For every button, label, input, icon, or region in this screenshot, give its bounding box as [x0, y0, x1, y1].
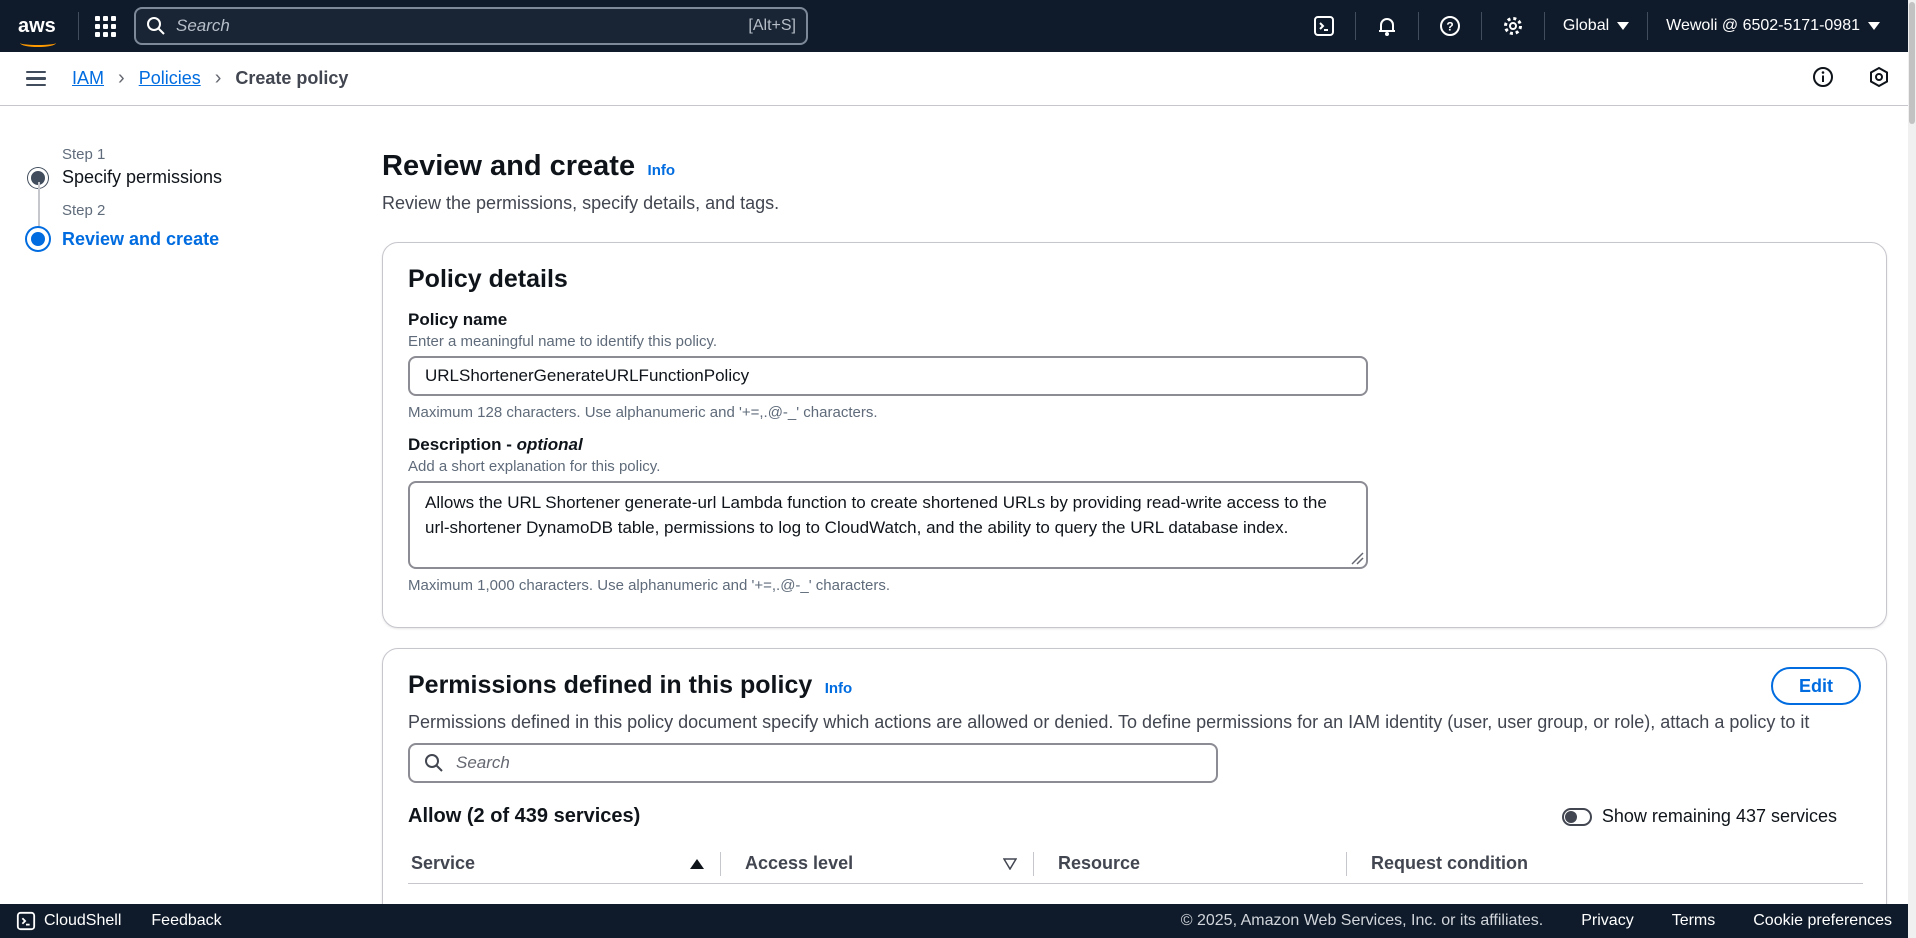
footer: CloudShell Feedback © 2025, Amazon Web S… — [0, 904, 1908, 938]
show-remaining-toggle[interactable]: Show remaining 437 services — [1561, 806, 1837, 827]
search-shortcut: [Alt+S] — [748, 17, 796, 34]
privacy-link[interactable]: Privacy — [1581, 912, 1633, 930]
info-icon[interactable] — [1812, 66, 1834, 88]
description-textarea[interactable]: Allows the URL Shortener generate-url La… — [408, 481, 1368, 569]
settings-icon[interactable] — [1482, 0, 1544, 52]
page-scrollbar[interactable] — [1908, 0, 1916, 938]
description-label-text: Description - — [408, 435, 517, 454]
column-request-condition: Request condition — [1347, 853, 1647, 874]
feedback-link[interactable]: Feedback — [151, 912, 221, 930]
svg-text:?: ? — [1446, 20, 1453, 34]
step-connector — [38, 182, 40, 228]
account-menu[interactable]: Wewoli @ 6502-5171-0981 — [1648, 17, 1898, 35]
column-access-level-label: Access level — [745, 853, 854, 873]
permissions-search-placeholder: Search — [456, 753, 510, 772]
description-constraint: Maximum 1,000 characters. Use alphanumer… — [408, 577, 890, 594]
page-subtitle: Review the permissions, specify details,… — [382, 193, 780, 213]
step-1-name: Specify permissions — [62, 167, 223, 187]
policy-name-input[interactable]: URLShortenerGenerateURLFunctionPolicy — [408, 356, 1368, 396]
cookie-preferences-link[interactable]: Cookie preferences — [1753, 912, 1892, 930]
description-value: Allows the URL Shortener generate-url La… — [425, 493, 1327, 537]
chevron-down-icon — [1617, 22, 1630, 30]
amazon-q-icon[interactable] — [1868, 66, 1890, 88]
step-2-indicator — [27, 228, 49, 250]
table-header: Service Access level Resource Request co… — [408, 844, 1863, 884]
description-optional: optional — [516, 435, 583, 454]
page-title: Review and create — [382, 150, 636, 182]
cloudshell-icon — [16, 911, 36, 931]
help-icon[interactable]: ? — [1419, 0, 1481, 52]
toggle-label: Show remaining 437 services — [1601, 806, 1837, 826]
policy-name-description: Enter a meaningful name to identify this… — [408, 333, 718, 350]
search-icon — [425, 754, 443, 772]
toggle-switch[interactable] — [1561, 807, 1592, 826]
search-placeholder: Search — [176, 16, 230, 35]
wizard-steps: Step 1 Specify permissions Step 2 Review… — [27, 146, 348, 250]
policy-name-value: URLShortenerGenerateURLFunctionPolicy — [425, 366, 750, 385]
policy-name-label: Policy name — [408, 310, 508, 329]
cloudshell-icon[interactable] — [1293, 0, 1355, 52]
edit-button[interactable]: Edit — [1771, 667, 1861, 705]
chevron-down-icon — [1868, 22, 1880, 30]
search-icon — [147, 17, 165, 35]
chevron-right-icon: › — [118, 67, 125, 89]
menu-icon[interactable] — [26, 70, 46, 87]
aws-logo-text: aws — [18, 14, 56, 37]
account-label: Wewoli @ 6502-5171-0981 — [1666, 17, 1860, 34]
terms-link[interactable]: Terms — [1672, 912, 1716, 930]
chevron-right-icon: › — [214, 67, 222, 89]
region-selector[interactable]: Global — [1545, 17, 1647, 35]
cloudshell-button[interactable]: CloudShell — [16, 911, 121, 931]
bell-icon[interactable] — [1356, 0, 1418, 52]
breadcrumb-policies[interactable]: Policies — [139, 68, 201, 89]
step-1[interactable]: Specify permissions — [28, 167, 348, 188]
step-1-label: Step 1 — [62, 146, 106, 163]
breadcrumb-current: Create policy — [235, 68, 349, 88]
cloudshell-label: CloudShell — [44, 912, 122, 929]
policy-details-title: Policy details — [408, 265, 568, 293]
column-request-condition-label: Request condition — [1371, 853, 1528, 873]
permissions-search-input[interactable]: Search — [408, 743, 1218, 783]
step-2-label: Step 2 — [62, 202, 106, 219]
column-resource: Resource — [1034, 853, 1346, 874]
services-menu-icon[interactable] — [95, 15, 116, 37]
column-service[interactable]: Service — [408, 853, 720, 874]
breadcrumb-bar: IAM › Policies › Create policy — [0, 52, 1908, 106]
policy-name-constraint: Maximum 128 characters. Use alphanumeric… — [408, 404, 878, 421]
column-resource-label: Resource — [1058, 853, 1141, 873]
main-content: Review and create Info Review the permis… — [382, 150, 1887, 214]
top-navigation: aws Search [Alt+S] ? Global Wewoli @ 650… — [0, 0, 1916, 52]
sort-icon — [1003, 857, 1017, 870]
aws-logo[interactable]: aws — [18, 14, 62, 47]
global-search-input[interactable]: Search [Alt+S] — [134, 7, 808, 45]
allow-title: Allow (2 of 439 services) — [408, 805, 641, 827]
sort-ascending-icon — [690, 858, 704, 869]
resize-handle-icon[interactable] — [1350, 551, 1364, 565]
breadcrumb-iam[interactable]: IAM — [72, 68, 104, 89]
column-access-level[interactable]: Access level — [721, 853, 1033, 874]
permissions-title: Permissions defined in this policy — [408, 671, 813, 699]
step-2: Review and create — [27, 228, 348, 250]
region-label: Global — [1562, 17, 1610, 34]
scrollbar-thumb[interactable] — [1909, 2, 1915, 124]
description-label: Description - optional — [408, 435, 1861, 455]
copyright: © 2025, Amazon Web Services, Inc. or its… — [1180, 912, 1544, 929]
permissions-info-link[interactable]: Info — [825, 680, 853, 697]
description-help: Add a short explanation for this policy. — [408, 458, 661, 475]
policy-details-panel: Policy details Policy name Enter a meani… — [382, 242, 1887, 628]
column-service-label: Service — [411, 853, 476, 873]
permissions-panel: Permissions defined in this policy Info … — [382, 648, 1887, 938]
info-link[interactable]: Info — [648, 162, 676, 179]
permissions-description: Permissions defined in this policy docum… — [408, 712, 1810, 732]
step-2-name: Review and create — [62, 228, 220, 249]
